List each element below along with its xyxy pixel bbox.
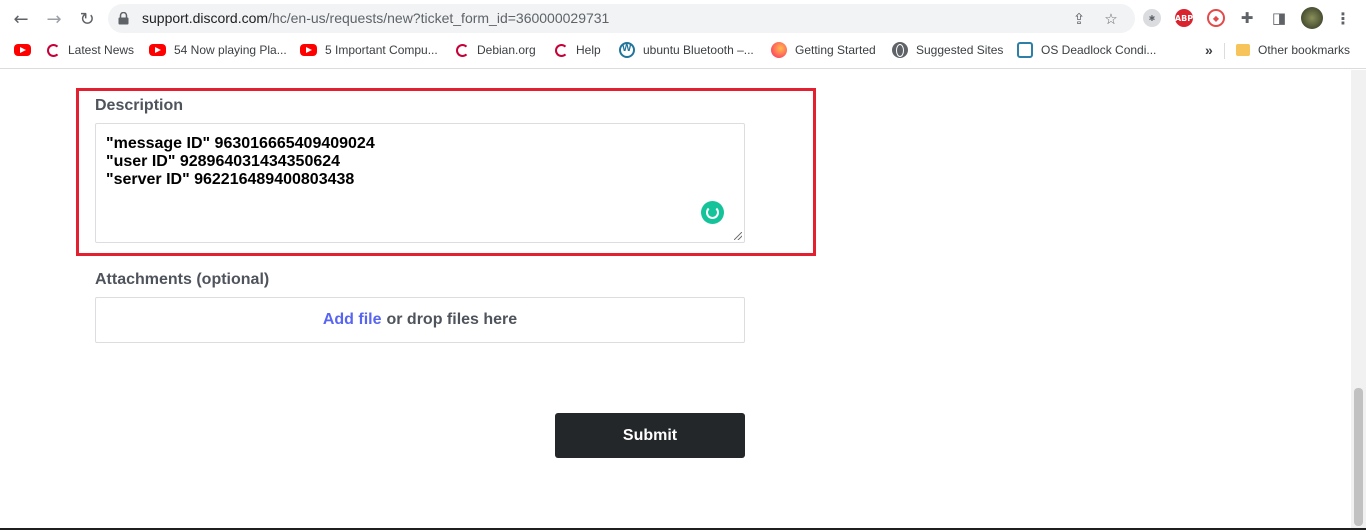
add-file-link[interactable]: Add file <box>323 311 382 329</box>
bookmark-label: OS Deadlock Condi... <box>1041 43 1157 57</box>
firefox-icon <box>771 42 787 58</box>
wordpress-icon <box>619 42 635 58</box>
bookmark-label: Debian.org <box>477 43 536 57</box>
reload-icon[interactable]: ↻ <box>74 6 100 32</box>
drop-files-text: or drop files here <box>386 311 518 328</box>
bookmark-help[interactable]: Help <box>555 37 601 63</box>
bookmark-getting-started[interactable]: Getting Started <box>771 37 876 63</box>
submit-button[interactable]: Submit <box>555 413 745 458</box>
other-bookmarks[interactable]: Other bookmarks <box>1236 37 1350 63</box>
browser-toolbar: ← → ↻ support.discord.com/hc/en-us/reque… <box>0 0 1366 37</box>
url-host: support.discord.com <box>142 10 269 26</box>
page-icon <box>1017 42 1033 58</box>
forward-icon[interactable]: → <box>41 6 67 32</box>
scrollbar-thumb[interactable] <box>1354 388 1363 526</box>
youtube-icon <box>14 44 31 56</box>
bookmark-latest-news[interactable]: Latest News <box>47 37 134 63</box>
youtube-icon <box>300 44 317 56</box>
side-panel-icon[interactable]: ◨ <box>1270 9 1288 27</box>
overflow-chevron-icon: » <box>1205 42 1213 58</box>
bookmark-label: Getting Started <box>795 43 876 57</box>
youtube-icon <box>149 44 166 56</box>
resize-handle-icon[interactable] <box>734 232 742 240</box>
bookmark-label: Help <box>576 43 601 57</box>
star-icon[interactable]: ☆ <box>1102 10 1120 28</box>
extensions-puzzle-icon[interactable]: ✚ <box>1238 9 1256 27</box>
share-icon[interactable]: ⇪ <box>1070 10 1088 28</box>
shield-extension-icon[interactable]: ◆ <box>1207 9 1225 27</box>
description-line: "user ID" 928964031434350624 <box>106 153 341 170</box>
bookmark-os-deadlock[interactable]: OS Deadlock Condi... <box>1017 37 1156 63</box>
bookmark-label: Latest News <box>68 43 135 57</box>
folder-icon <box>1236 44 1250 56</box>
bookmark-ubuntu-bluetooth[interactable]: ubuntu Bluetooth –... <box>619 37 754 63</box>
adblock-plus-icon[interactable]: ABP <box>1175 9 1193 27</box>
vertical-scrollbar[interactable] <box>1351 70 1366 528</box>
bookmark-important-compu[interactable]: 5 Important Compu... <box>300 37 438 63</box>
bookmarks-divider <box>1224 43 1225 59</box>
menu-kebab-icon[interactable]: ⋮ <box>1334 9 1352 28</box>
url-text[interactable]: support.discord.com/hc/en-us/requests/ne… <box>142 10 609 26</box>
globe-icon <box>892 42 908 58</box>
description-line: "server ID" 962216489400803438 <box>106 171 355 188</box>
bookmark-suggested-sites[interactable]: Suggested Sites <box>892 37 1003 63</box>
description-textarea[interactable]: "message ID" 963016665409409024 "user ID… <box>95 123 745 243</box>
debian-icon <box>47 43 60 57</box>
lock-icon <box>118 12 129 25</box>
debian-icon <box>555 43 568 57</box>
back-icon[interactable]: ← <box>8 6 34 32</box>
bookmark-label: 5 Important Compu... <box>325 43 438 57</box>
bookmark-label: 54 Now playing Pla... <box>174 43 287 57</box>
adblock-label: ABP <box>1174 13 1194 23</box>
address-bar[interactable]: support.discord.com/hc/en-us/requests/ne… <box>108 4 1135 33</box>
attachments-label: Attachments (optional) <box>95 271 270 288</box>
url-path: /hc/en-us/requests/new?ticket_form_id=36… <box>268 10 610 26</box>
bookmarks-bar: Latest News 54 Now playing Pla... 5 Impo… <box>0 37 1366 69</box>
bookmark-label: ubuntu Bluetooth –... <box>643 43 754 57</box>
profile-avatar[interactable] <box>1301 7 1323 29</box>
description-line: "message ID" 963016665409409024 <box>106 135 375 152</box>
page-content: Description "message ID" 963016665409409… <box>0 70 1366 530</box>
extension-gear-icon[interactable]: ✱ <box>1143 9 1161 27</box>
debian-icon <box>456 43 469 57</box>
bookmark-now-playing[interactable]: 54 Now playing Pla... <box>149 37 287 63</box>
bookmark-youtube[interactable] <box>14 37 39 63</box>
bookmark-debian-org[interactable]: Debian.org <box>456 37 536 63</box>
bookmark-label: Other bookmarks <box>1258 43 1351 57</box>
attachments-dropzone[interactable]: Add file or drop files here <box>95 297 745 343</box>
bookmark-label: Suggested Sites <box>916 43 1004 57</box>
grammarly-icon[interactable] <box>701 201 724 224</box>
bookmarks-overflow-button[interactable]: » <box>1205 37 1213 63</box>
description-label: Description <box>95 97 184 114</box>
